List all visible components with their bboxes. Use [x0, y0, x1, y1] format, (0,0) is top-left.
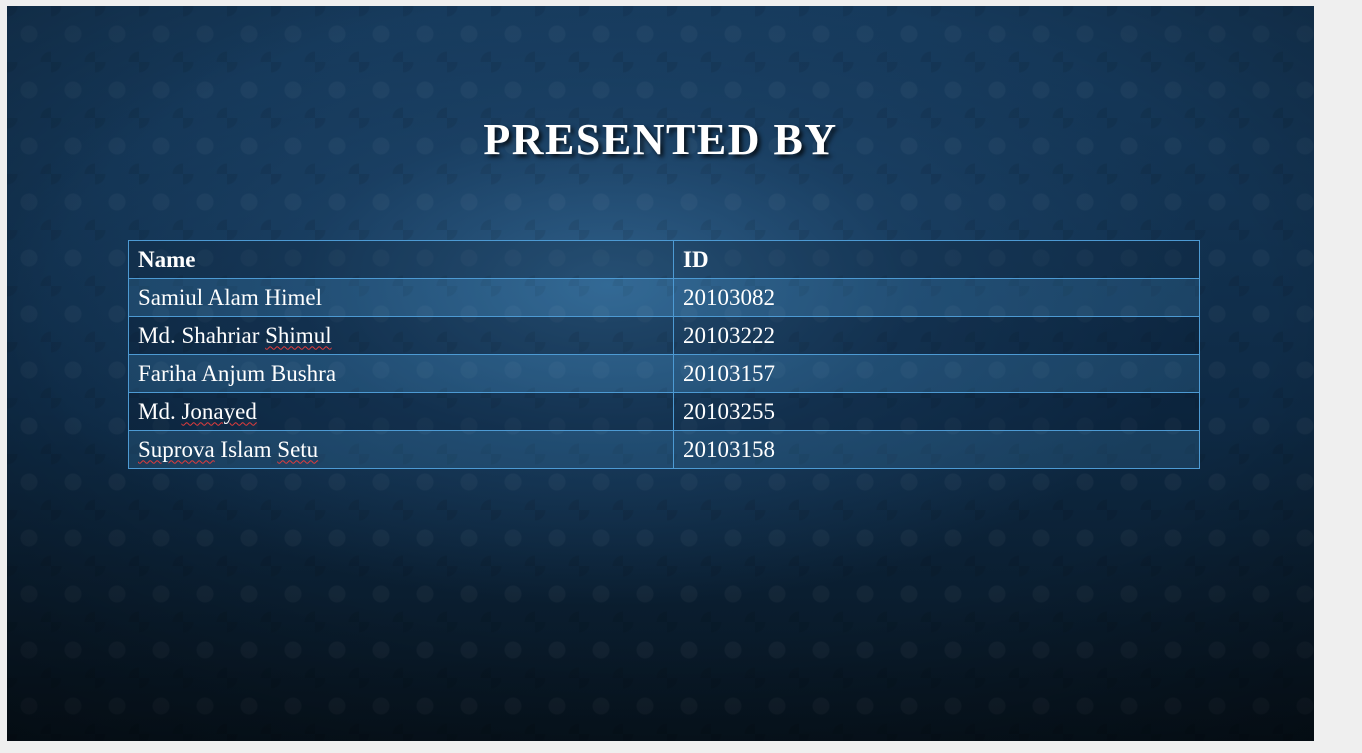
table-row: Samiul Alam Himel 20103082: [128, 278, 1200, 317]
misspelled-word: Shimul: [265, 322, 332, 348]
slide-canvas[interactable]: PRESENTED BY Name ID Samiul Alam Himel 2…: [7, 6, 1314, 741]
cell-id[interactable]: 20103157: [673, 354, 1200, 393]
table-row: Md. Shahriar Shimul 20103222: [128, 316, 1200, 355]
name-text: Md. Shahriar: [138, 322, 266, 348]
cell-name[interactable]: Md. Jonayed: [128, 392, 674, 431]
header-name[interactable]: Name: [128, 240, 674, 279]
cell-name[interactable]: Md. Shahriar Shimul: [128, 316, 674, 355]
presenters-table[interactable]: Name ID Samiul Alam Himel 20103082 Md. S…: [128, 240, 1200, 469]
name-text: Samiul Alam Himel: [138, 284, 322, 310]
cell-id[interactable]: 20103255: [673, 392, 1200, 431]
cell-name[interactable]: Samiul Alam Himel: [128, 278, 674, 317]
name-text: Md.: [138, 398, 182, 424]
cell-name[interactable]: Fariha Anjum Bushra: [128, 354, 674, 393]
table-row: Fariha Anjum Bushra 20103157: [128, 354, 1200, 393]
name-text: Fariha Anjum Bushra: [138, 360, 337, 386]
name-text: Islam: [214, 436, 278, 462]
table-row: Suprova Islam Setu 20103158: [128, 430, 1200, 469]
misspelled-word: Suprova: [138, 436, 215, 462]
slide-title[interactable]: PRESENTED BY: [7, 114, 1314, 165]
table-header-row: Name ID: [128, 240, 1200, 279]
cell-id[interactable]: 20103082: [673, 278, 1200, 317]
misspelled-word: Jonayed: [181, 398, 257, 424]
misspelled-word: Setu: [277, 436, 319, 462]
cell-name[interactable]: Suprova Islam Setu: [128, 430, 674, 469]
table-row: Md. Jonayed 20103255: [128, 392, 1200, 431]
cell-id[interactable]: 20103158: [673, 430, 1200, 469]
header-id[interactable]: ID: [673, 240, 1200, 279]
cell-id[interactable]: 20103222: [673, 316, 1200, 355]
